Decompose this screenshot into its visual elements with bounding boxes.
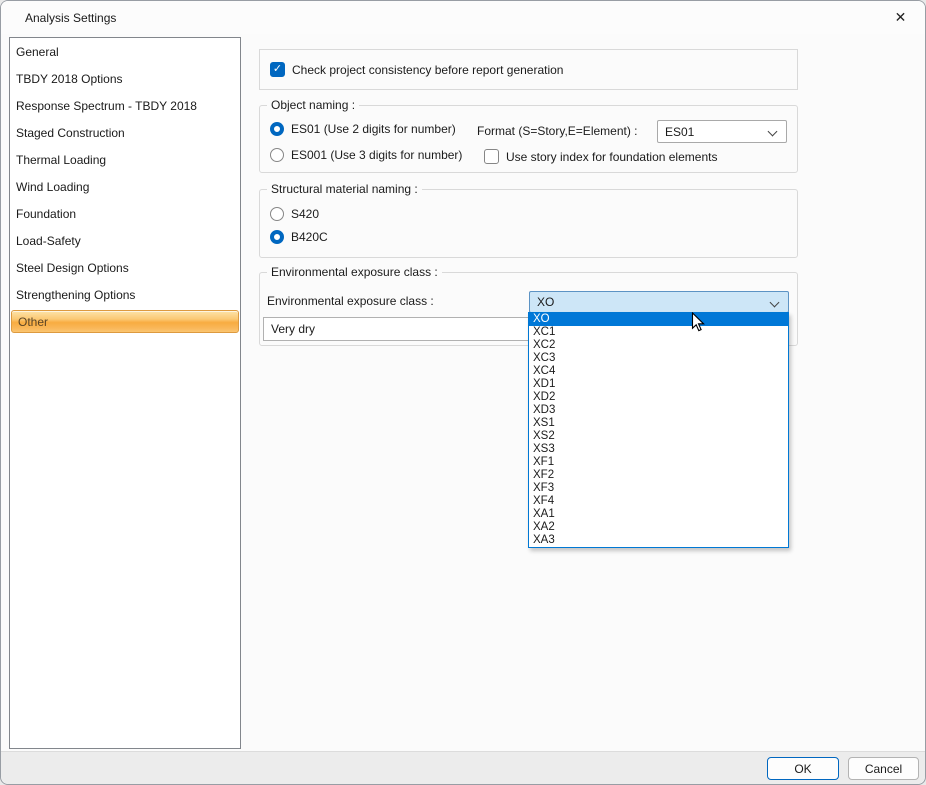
exposure-description-value: Very dry [271,322,315,336]
story-index-checkbox-label: Use story index for foundation elements [506,150,717,164]
radio-unselected-icon[interactable] [270,148,284,162]
sidebar-item-other[interactable]: Other [11,310,239,333]
sidebar-item-tbdy-2018-options[interactable]: TBDY 2018 Options [10,65,240,92]
sidebar-item-general[interactable]: General [10,38,240,65]
dropdown-option-xf4[interactable]: XF4 [529,495,788,508]
exposure-dropdown-list: XOXC1XC2XC3XC4XD1XD2XD3XS1XS2XS3XF1XF2XF… [528,312,789,548]
dropdown-option-xs3[interactable]: XS3 [529,443,788,456]
object-naming-group: Object naming : ES01 (Use 2 digits for n… [259,105,798,173]
consistency-panel: ✓ Check project consistency before repor… [259,49,798,90]
checkbox-unchecked-icon[interactable] [484,149,499,164]
radio-es01-row[interactable]: ES01 (Use 2 digits for number) [270,122,456,136]
chevron-down-icon [770,298,780,308]
dropdown-option-xd1[interactable]: XD1 [529,378,788,391]
object-naming-group-title: Object naming : [267,98,359,113]
format-label-row: Format (S=Story,E=Element) : [477,124,638,138]
dropdown-option-xs1[interactable]: XS1 [529,417,788,430]
cancel-button[interactable]: Cancel [848,757,919,780]
radio-es01-label: ES01 (Use 2 digits for number) [291,122,456,136]
sidebar-item-wind-loading[interactable]: Wind Loading [10,173,240,200]
ok-button[interactable]: OK [767,757,839,780]
consistency-checkbox-row[interactable]: ✓ Check project consistency before repor… [270,62,563,77]
exposure-combobox[interactable]: XO [529,291,789,313]
radio-es001-row[interactable]: ES001 (Use 3 digits for number) [270,148,462,162]
radio-es001-label: ES001 (Use 3 digits for number) [291,148,462,162]
sidebar-item-response-spectrum-tbdy-2018[interactable]: Response Spectrum - TBDY 2018 [10,92,240,119]
exposure-combobox-value: XO [537,295,554,309]
dropdown-option-xc1[interactable]: XC1 [529,326,788,339]
material-naming-group-title: Structural material naming : [267,182,422,197]
sidebar-item-strengthening-options[interactable]: Strengthening Options [10,281,240,308]
dropdown-option-xc2[interactable]: XC2 [529,339,788,352]
dropdown-option-xa2[interactable]: XA2 [529,521,788,534]
dropdown-option-xf1[interactable]: XF1 [529,456,788,469]
sidebar-list: GeneralTBDY 2018 OptionsResponse Spectru… [9,37,241,749]
radio-selected-icon[interactable] [270,230,284,244]
format-combobox-value: ES01 [665,125,694,139]
radio-s420-label: S420 [291,207,319,221]
analysis-settings-dialog: Analysis Settings ✕ GeneralTBDY 2018 Opt… [0,0,926,785]
story-index-checkbox-row[interactable]: Use story index for foundation elements [484,149,717,164]
dropdown-option-xa3[interactable]: XA3 [529,534,788,547]
radio-selected-icon[interactable] [270,122,284,136]
format-combobox[interactable]: ES01 [657,120,787,143]
sidebar-item-foundation[interactable]: Foundation [10,200,240,227]
exposure-label: Environmental exposure class : [267,294,434,308]
chevron-down-icon [768,127,778,137]
material-naming-group: Structural material naming : S420 B420C [259,189,798,258]
sidebar-item-thermal-loading[interactable]: Thermal Loading [10,146,240,173]
radio-unselected-icon[interactable] [270,207,284,221]
dropdown-option-xd2[interactable]: XD2 [529,391,788,404]
dropdown-option-xc4[interactable]: XC4 [529,365,788,378]
consistency-checkbox-label: Check project consistency before report … [292,63,563,77]
title-bar: Analysis Settings ✕ [1,1,925,34]
exposure-group-title: Environmental exposure class : [267,265,442,280]
sidebar-item-load-safety[interactable]: Load-Safety [10,227,240,254]
dialog-title: Analysis Settings [1,11,116,25]
exposure-label-row: Environmental exposure class : [267,294,434,308]
checkbox-checked-icon[interactable]: ✓ [270,62,285,77]
dropdown-option-xc3[interactable]: XC3 [529,352,788,365]
dropdown-option-xa1[interactable]: XA1 [529,508,788,521]
dropdown-option-xd3[interactable]: XD3 [529,404,788,417]
dropdown-option-xs2[interactable]: XS2 [529,430,788,443]
dropdown-option-xf3[interactable]: XF3 [529,482,788,495]
radio-b420c-row[interactable]: B420C [270,230,328,244]
dropdown-option-xf2[interactable]: XF2 [529,469,788,482]
sidebar-item-staged-construction[interactable]: Staged Construction [10,119,240,146]
sidebar-item-steel-design-options[interactable]: Steel Design Options [10,254,240,281]
radio-s420-row[interactable]: S420 [270,207,319,221]
dropdown-option-xo[interactable]: XO [529,313,788,326]
close-icon[interactable]: ✕ [878,1,923,33]
radio-b420c-label: B420C [291,230,328,244]
format-label: Format (S=Story,E=Element) : [477,124,638,138]
